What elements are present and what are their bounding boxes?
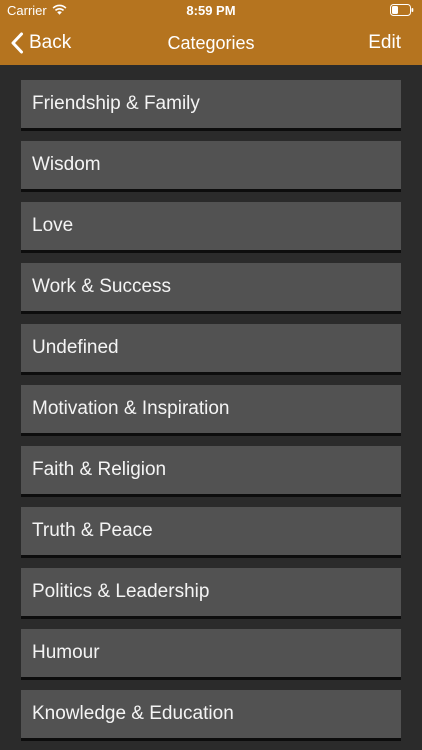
category-label: Work & Success xyxy=(32,276,172,297)
category-label: Wisdom xyxy=(32,154,101,175)
category-label: Love xyxy=(32,215,74,236)
category-label: Humour xyxy=(32,642,100,663)
category-row-humour[interactable]: Humour xyxy=(21,629,401,677)
category-label: Undefined xyxy=(32,337,119,358)
category-label: Motivation & Inspiration xyxy=(32,398,230,419)
category-row-wisdom[interactable]: Wisdom xyxy=(21,141,401,189)
category-row-faith-religion[interactable]: Faith & Religion xyxy=(21,446,401,494)
category-row-undefined[interactable]: Undefined xyxy=(21,324,401,372)
category-row-work-success[interactable]: Work & Success xyxy=(21,263,401,311)
top-bar: Carrier 8:59 PM Back Categories Edit xyxy=(0,0,422,65)
category-row-knowledge-education[interactable]: Knowledge & Education xyxy=(21,690,401,738)
page-title: Categories xyxy=(167,33,255,53)
category-row-friendship-family[interactable]: Friendship & Family xyxy=(21,80,401,128)
category-list: Friendship & Family Wisdom Love Work & S… xyxy=(21,80,401,750)
categories-screen: Carrier 8:59 PM Back Categories Edit Fri… xyxy=(0,0,422,750)
category-row-politics-leadership[interactable]: Politics & Leadership xyxy=(21,568,401,616)
category-row-truth-peace[interactable]: Truth & Peace xyxy=(21,507,401,555)
status-time: 8:59 PM xyxy=(186,3,236,18)
edit-button[interactable]: Edit xyxy=(368,32,401,54)
navigation-bar: Back Categories Edit xyxy=(0,22,422,65)
category-label: Knowledge & Education xyxy=(32,703,234,724)
category-label: Truth & Peace xyxy=(32,520,153,541)
battery-icon xyxy=(390,4,414,16)
category-label: Friendship & Family xyxy=(32,93,200,114)
category-label: Faith & Religion xyxy=(32,459,167,480)
category-row-love[interactable]: Love xyxy=(21,202,401,250)
status-bar: Carrier 8:59 PM xyxy=(0,0,422,22)
category-label: Politics & Leadership xyxy=(32,581,210,602)
category-row-motivation-inspiration[interactable]: Motivation & Inspiration xyxy=(21,385,401,433)
